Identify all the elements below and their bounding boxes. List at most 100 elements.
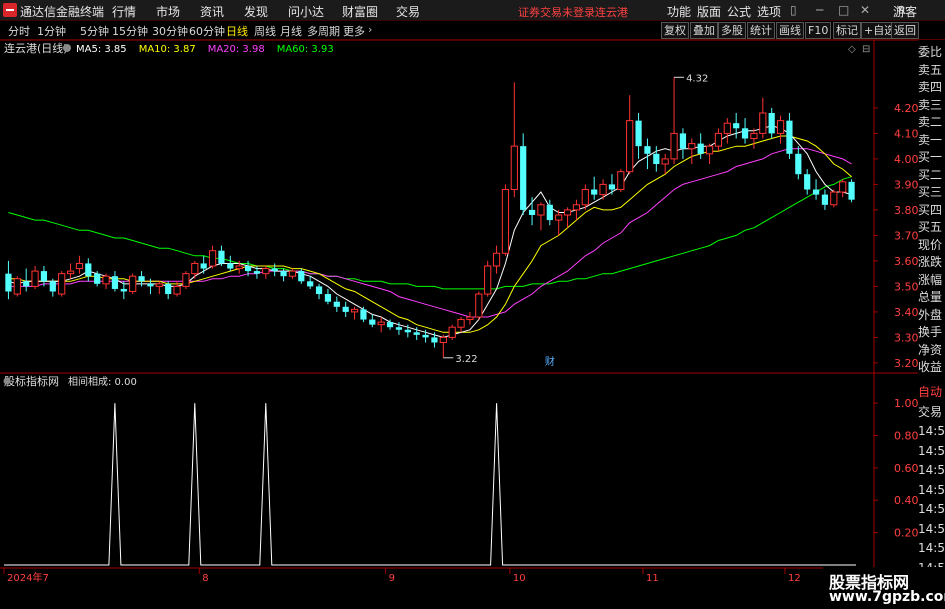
candle bbox=[599, 179, 607, 200]
candle bbox=[563, 207, 572, 228]
candle-body bbox=[821, 194, 829, 205]
candle bbox=[218, 245, 225, 266]
menu-item-caifuquan[interactable]: 财富圈 bbox=[342, 3, 378, 20]
candle-body bbox=[23, 281, 30, 287]
kline-chart[interactable]: 4.20 4.10 4.00 3.90 3.80 3.70 3.60 3.50 3.40 3.30… bbox=[0, 40, 918, 609]
fuquan-button[interactable]: 复权 bbox=[661, 22, 689, 39]
chevron-right-icon[interactable]: › bbox=[368, 23, 372, 36]
quote-field-label: 总量 bbox=[918, 290, 945, 305]
menu-item-hangqing[interactable]: 行情 bbox=[112, 3, 136, 20]
candle bbox=[75, 255, 84, 274]
candle bbox=[369, 314, 376, 328]
date-tick-label: 9 bbox=[389, 573, 395, 584]
overlay-button[interactable]: 叠加 bbox=[690, 22, 718, 39]
menu-item-xuanxiang[interactable]: 选项 bbox=[757, 3, 781, 20]
candle-body bbox=[830, 191, 838, 206]
candle-body bbox=[324, 294, 332, 302]
period-30min[interactable]: 30分钟 bbox=[152, 23, 188, 39]
candle bbox=[102, 273, 110, 289]
candle-body bbox=[795, 153, 802, 175]
close-icon[interactable]: ✕ bbox=[860, 3, 870, 17]
indicator-tick-label: 0.40 bbox=[894, 494, 918, 507]
period-fenshi[interactable]: 分时 bbox=[8, 23, 30, 39]
candle-body bbox=[591, 189, 598, 195]
period-1min[interactable]: 1分钟 bbox=[37, 23, 66, 39]
draw-line-button[interactable]: 画线 bbox=[776, 22, 804, 39]
candle-body bbox=[466, 316, 474, 321]
date-tick-label: 10 bbox=[513, 573, 526, 584]
period-5min[interactable]: 5分钟 bbox=[80, 23, 109, 39]
candle-body bbox=[307, 281, 314, 287]
candle bbox=[635, 113, 642, 159]
login-notice[interactable]: 证券交易未登录 bbox=[518, 4, 595, 20]
menu-item-zixun[interactable]: 资讯 bbox=[200, 3, 224, 20]
period-monthly[interactable]: 月线 bbox=[280, 23, 302, 39]
period-more[interactable]: 更多 bbox=[343, 23, 365, 39]
candle bbox=[85, 258, 92, 282]
candle-body bbox=[786, 120, 793, 154]
candle-body bbox=[670, 132, 678, 160]
period-15min[interactable]: 15分钟 bbox=[112, 23, 148, 39]
period-60min[interactable]: 60分钟 bbox=[189, 23, 225, 39]
candle-body bbox=[200, 263, 207, 269]
trade-mode-label[interactable]: 交易 bbox=[918, 404, 945, 420]
trade-mode-label[interactable]: 自动 bbox=[918, 385, 945, 400]
period-weekly[interactable]: 周线 bbox=[254, 23, 276, 39]
candle bbox=[129, 273, 137, 295]
menu-item-faxian[interactable]: 发现 bbox=[244, 3, 268, 20]
quote-field-label: 涨幅 bbox=[918, 272, 945, 288]
candle bbox=[111, 271, 119, 292]
candle-body bbox=[555, 214, 563, 221]
indicator-tick-label: 0.80 bbox=[894, 429, 918, 442]
candle-body bbox=[457, 319, 465, 328]
menu-item-shichang[interactable]: 市场 bbox=[156, 3, 180, 20]
candle-body bbox=[439, 336, 447, 343]
quote-field-label: 卖四 bbox=[918, 80, 945, 95]
menu-item-jiaoyi[interactable]: 交易 bbox=[396, 3, 420, 20]
back-button[interactable]: 返回 bbox=[891, 22, 919, 39]
price-tick-label: 3.60 bbox=[894, 255, 918, 268]
candle bbox=[200, 255, 207, 274]
stats-button[interactable]: 统计 bbox=[747, 22, 775, 39]
menu-item-wenxiaoda[interactable]: 问小达 bbox=[288, 3, 324, 20]
maximize-icon[interactable]: □ bbox=[838, 3, 849, 17]
candle-body bbox=[13, 278, 21, 295]
price-tick-label: 3.70 bbox=[894, 229, 918, 242]
candle bbox=[555, 209, 563, 236]
candle bbox=[733, 113, 740, 139]
candle bbox=[324, 288, 332, 305]
quote-field-label: 收益 bbox=[918, 360, 945, 375]
candle bbox=[360, 306, 367, 323]
quote-field-label: 卖三 bbox=[918, 97, 945, 113]
menu-item-gongshi[interactable]: 公式 bbox=[727, 3, 751, 20]
candle-body bbox=[49, 281, 56, 292]
candle-body bbox=[5, 273, 12, 292]
candle-body bbox=[129, 275, 137, 292]
candle-body bbox=[111, 276, 119, 289]
candle-body bbox=[661, 158, 669, 165]
menu-item-banmian[interactable]: 版面 bbox=[697, 3, 721, 20]
candle-body bbox=[404, 329, 411, 333]
diamond-icon: ◇ bbox=[848, 44, 856, 55]
menu-item-gongneng[interactable]: 功能 bbox=[667, 3, 691, 20]
period-daily[interactable]: 日线 bbox=[226, 23, 248, 39]
price-tick-label: 3.90 bbox=[894, 178, 918, 191]
candle-body bbox=[768, 113, 775, 134]
candle-body bbox=[723, 122, 731, 134]
minimize-icon[interactable]: ─ bbox=[816, 3, 823, 17]
candle bbox=[475, 291, 483, 320]
mark-button[interactable]: 标记 bbox=[833, 22, 861, 39]
candle bbox=[776, 115, 785, 144]
candle-body bbox=[759, 112, 767, 134]
period-multi[interactable]: 多周期 bbox=[307, 23, 340, 39]
f10-button[interactable]: F10 bbox=[805, 22, 832, 39]
multi-stock-button[interactable]: 多股 bbox=[718, 22, 746, 39]
indicator-path bbox=[4, 403, 856, 566]
price-tick-label: 4.10 bbox=[894, 127, 918, 140]
price-tick-label: 3.80 bbox=[894, 204, 918, 217]
candle-body bbox=[653, 153, 660, 164]
candle bbox=[466, 311, 474, 325]
settings-icon[interactable]: ▯ bbox=[790, 3, 797, 17]
candle-body bbox=[501, 189, 510, 254]
candle bbox=[617, 169, 625, 193]
